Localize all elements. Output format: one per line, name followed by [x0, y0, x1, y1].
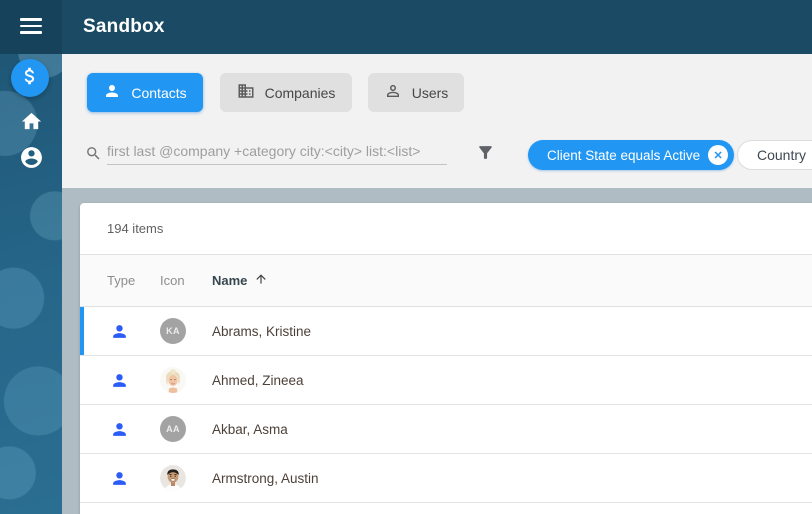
filter-icon[interactable] — [476, 143, 495, 167]
person-icon — [113, 471, 126, 485]
person-outline-icon — [384, 82, 402, 103]
contact-type-cell — [107, 469, 160, 488]
column-header-name[interactable]: Name — [212, 272, 268, 289]
search-icon — [85, 145, 102, 167]
contact-name: Abrams, Kristine — [212, 323, 312, 339]
tab-label: Users — [411, 84, 449, 101]
avatar-photo — [160, 367, 186, 393]
home-icon — [20, 110, 43, 138]
country-filter-label: Country — [757, 147, 807, 163]
close-icon[interactable]: ✕ — [708, 145, 729, 165]
person-icon — [103, 82, 121, 103]
dollar-icon — [19, 65, 41, 92]
tab-label: Companies — [264, 84, 336, 101]
table-row[interactable]: Ahmed, Zineea — [80, 356, 812, 405]
person-icon — [113, 324, 126, 338]
contact-type-cell — [107, 371, 160, 390]
sidebar-item-money[interactable] — [11, 59, 49, 97]
contact-avatar-cell — [160, 465, 212, 491]
results-count: 194 items — [107, 221, 164, 236]
avatar-initials: AA — [160, 416, 186, 442]
column-header-icon[interactable]: Icon — [160, 273, 212, 288]
person-icon — [113, 422, 126, 436]
country-filter-dropdown[interactable]: Country — [737, 140, 812, 170]
contact-avatar-cell: AA — [160, 416, 212, 442]
contact-avatar-cell — [160, 367, 212, 393]
avatar-photo — [160, 465, 186, 491]
results-count-row: 194 items — [80, 203, 812, 255]
table-row[interactable]: KA Abrams, Kristine — [80, 307, 812, 356]
tab-contacts[interactable]: Contacts — [87, 73, 203, 112]
app-window: Sandbox Contacts Companies Users first l… — [0, 0, 812, 514]
table-header-row: Type Icon Name — [80, 255, 812, 307]
header-bar: Sandbox — [62, 0, 812, 54]
column-header-type[interactable]: Type — [107, 273, 160, 288]
toolbar: Contacts Companies Users Client State eq… — [62, 54, 812, 188]
column-header-name-label: Name — [212, 273, 248, 288]
contact-name: Akbar, Asma — [212, 421, 288, 437]
account-circle-icon — [19, 145, 44, 175]
sort-ascending-icon — [254, 272, 268, 289]
tab-users[interactable]: Users — [368, 73, 464, 112]
person-icon — [113, 373, 126, 387]
sidebar — [0, 0, 62, 514]
page-title: Sandbox — [83, 16, 165, 37]
search-input[interactable] — [107, 138, 447, 165]
sidebar-item-home[interactable] — [19, 112, 43, 136]
building-icon — [237, 82, 255, 103]
tab-label: Contacts — [131, 84, 187, 101]
sidebar-item-account[interactable] — [19, 145, 44, 175]
table-row[interactable]: AA Akbar, Asma — [80, 405, 812, 454]
table-row[interactable]: Armstrong, Austin — [80, 454, 812, 503]
tab-companies[interactable]: Companies — [220, 73, 352, 112]
filter-chip-client-state[interactable]: Client State equals Active ✕ — [528, 140, 735, 170]
filter-chip-label: Client State equals Active — [547, 147, 701, 163]
contact-name: Ahmed, Zineea — [212, 372, 304, 388]
avatar-initials: KA — [160, 318, 186, 344]
menu-icon[interactable] — [20, 18, 42, 34]
contact-avatar-cell: KA — [160, 318, 212, 344]
contact-name: Armstrong, Austin — [212, 470, 319, 486]
contact-type-cell — [107, 420, 160, 439]
contacts-table-card: 194 items Type Icon Name KA Abrams, Kris… — [80, 203, 812, 514]
contact-type-cell — [107, 322, 160, 341]
